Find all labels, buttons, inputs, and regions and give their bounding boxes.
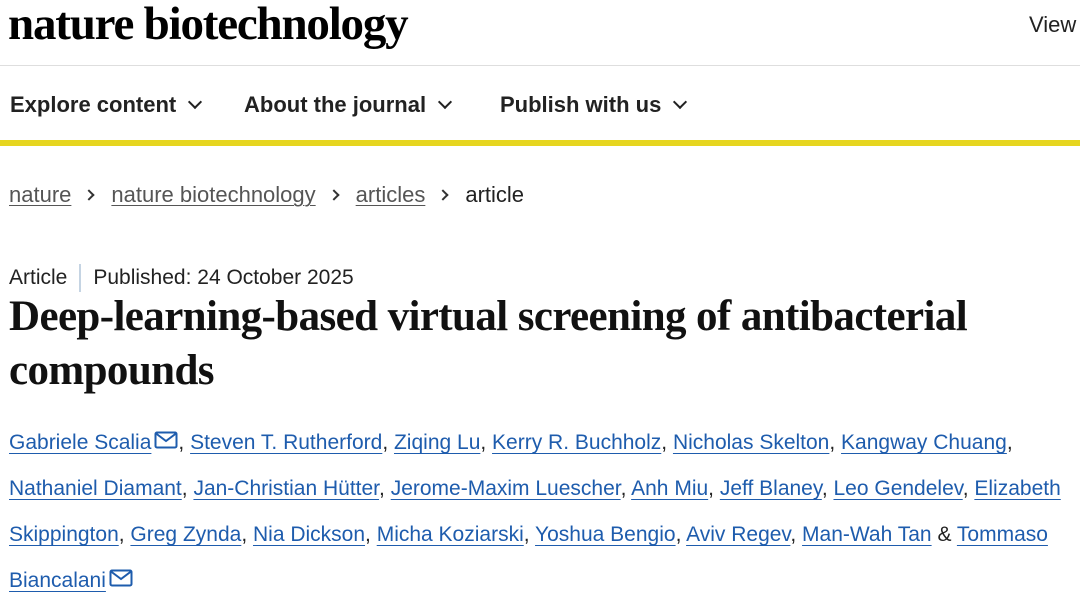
author-link[interactable]: Man-Wah Tan [802,523,932,546]
chevron-down-icon [673,94,688,110]
chevron-right-icon [437,189,450,201]
author-separator: , [523,523,536,546]
author-link[interactable]: Nicholas Skelton [673,431,829,454]
journal-logo[interactable]: nature biotechnology [8,0,409,52]
author-list: Gabriele Scalia, Steven T. Rutherford, Z… [9,420,1077,602]
author-separator: , [382,431,394,454]
view-link[interactable]: View [1029,12,1076,38]
author-separator: , [365,523,377,546]
author-separator: , [181,477,194,500]
breadcrumb-articles[interactable]: articles [356,182,426,208]
nav-explore-content[interactable]: Explore content [10,92,203,118]
author-link[interactable]: Nathaniel Diamant [9,477,182,500]
author-separator: , [480,431,493,454]
author-separator: , [379,477,391,500]
author-separator: , [241,523,253,546]
article-title: Deep-learning-based virtual screening of… [9,293,968,394]
author-separator: , [661,431,673,454]
envelope-icon[interactable] [109,569,133,587]
author-final-separator: & [931,523,957,546]
chevron-down-icon [438,94,453,110]
author-link[interactable]: Yoshua Bengio [535,523,676,546]
author-link[interactable]: Ziqing Lu [394,431,480,454]
author-separator: , [178,431,191,454]
chevron-down-icon [188,94,203,110]
site-header: nature biotechnology View [0,0,1080,66]
breadcrumb: nature nature biotechnology articles art… [9,182,524,208]
nav-about-journal-label: About the journal [244,92,427,117]
author-link[interactable]: Jan-Christian Hütter [193,477,379,500]
envelope-icon[interactable] [154,431,178,449]
author-separator: , [821,477,834,500]
author-link[interactable]: Leo Gendelev [833,477,962,500]
main-nav: Explore content About the journal Publis… [0,66,1080,146]
author-link[interactable]: Steven T. Rutherford [190,431,382,454]
author-link[interactable]: Kerry R. Buchholz [492,431,661,454]
article-meta: Article Published: 24 October 2025 [9,264,354,292]
nav-about-journal[interactable]: About the journal [244,92,453,118]
author-link[interactable]: Anh Miu [631,477,708,500]
author-link[interactable]: Nia Dickson [253,523,365,546]
author-separator: , [118,523,131,546]
author-separator: , [1006,431,1013,454]
published-date: Published: 24 October 2025 [93,266,354,289]
meta-divider [79,264,82,292]
author-link[interactable]: Aviv Regev [686,523,790,546]
author-link[interactable]: Greg Zynda [130,523,241,546]
breadcrumb-nature[interactable]: nature [9,182,71,208]
chevron-right-icon [327,189,340,201]
author-separator: , [708,477,720,500]
nav-publish-with-us[interactable]: Publish with us [500,92,688,118]
article-type: Article [9,266,68,289]
chevron-right-icon [83,189,96,201]
author-link[interactable]: Gabriele Scalia [9,431,151,454]
nav-explore-content-label: Explore content [10,92,177,117]
author-link[interactable]: Kangway Chuang [841,431,1007,454]
breadcrumb-nature-biotechnology[interactable]: nature biotechnology [111,182,315,208]
nav-publish-with-us-label: Publish with us [500,92,662,117]
author-link[interactable]: Micha Koziarski [377,523,524,546]
author-link[interactable]: Jeff Blaney [720,477,822,500]
author-separator: , [790,523,803,546]
author-separator: , [829,431,842,454]
author-separator: , [620,477,632,500]
author-separator: , [675,523,687,546]
breadcrumb-current: article [465,182,525,207]
author-separator: , [962,477,975,500]
author-link[interactable]: Jerome-Maxim Luescher [391,477,621,500]
